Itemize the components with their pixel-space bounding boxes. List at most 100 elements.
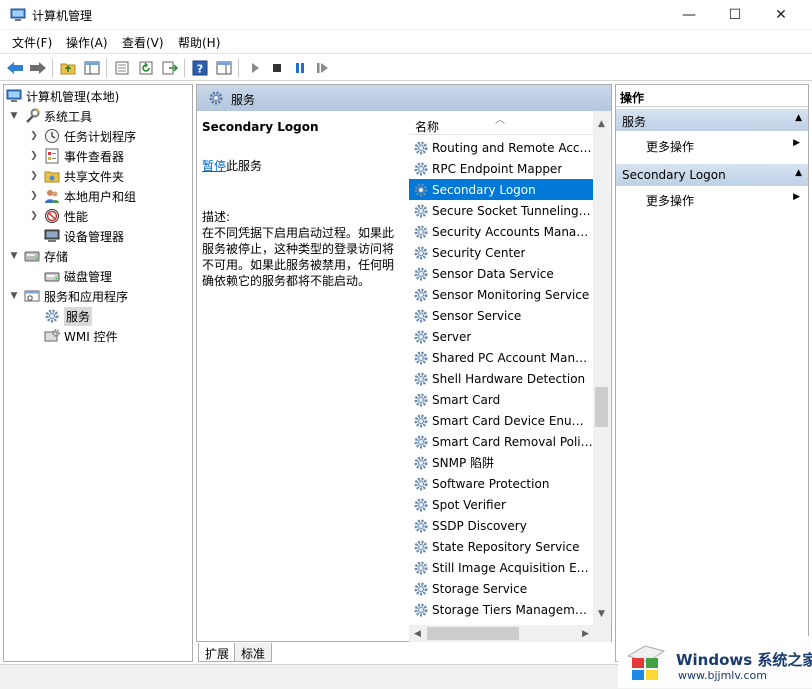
table-row[interactable]: Smart Card Device Enumeration Service xyxy=(409,410,593,431)
refresh-icon[interactable] xyxy=(136,58,156,78)
menu-view[interactable]: 查看(V) xyxy=(122,34,164,51)
table-row[interactable]: Secure Socket Tunneling Protocol Service xyxy=(409,200,593,221)
table-row[interactable]: Security Center xyxy=(409,242,593,263)
resume-service-icon[interactable] xyxy=(313,58,333,78)
tree-item-event-viewer[interactable]: ❯ 事件查看器 xyxy=(28,146,124,166)
show-action-pane-icon[interactable] xyxy=(214,58,234,78)
close-button[interactable]: ✕ xyxy=(758,0,804,30)
menu-file[interactable]: 文件(F) xyxy=(12,34,52,51)
service-gear-icon xyxy=(413,182,429,198)
table-row[interactable]: Shell Hardware Detection xyxy=(409,368,593,389)
pause-service-link[interactable]: 暂停 xyxy=(202,159,226,173)
pause-service-line: 暂停此服务 xyxy=(202,157,262,174)
table-row[interactable]: Spot Verifier xyxy=(409,494,593,515)
tree-item-root[interactable]: 计算机管理(本地) xyxy=(6,86,119,106)
menu-action[interactable]: 操作(A) xyxy=(66,34,108,51)
table-row[interactable]: Secondary Logon xyxy=(409,179,593,200)
chevron-right-icon[interactable]: ❯ xyxy=(28,131,40,141)
tree-item-performance[interactable]: ❯ 性能 xyxy=(28,206,88,226)
table-row[interactable]: Routing and Remote Access xyxy=(409,137,593,158)
start-service-icon[interactable] xyxy=(245,58,265,78)
maximize-button[interactable]: ☐ xyxy=(712,0,758,30)
chevron-right-icon[interactable]: ❯ xyxy=(28,211,40,221)
tree-item-services[interactable]: 服务 xyxy=(44,306,93,326)
vertical-scrollbar[interactable]: ▲ ▼ xyxy=(593,111,610,625)
tree-item-services-apps[interactable]: ▼ 服务和应用程序 xyxy=(8,286,128,306)
pause-service-icon[interactable] xyxy=(290,58,310,78)
chevron-right-icon[interactable]: ❯ xyxy=(28,151,40,161)
help-icon[interactable]: ? xyxy=(190,58,210,78)
tab-extended[interactable]: 扩展 xyxy=(198,643,237,662)
service-name: Security Center xyxy=(432,245,526,260)
action-more-services[interactable]: 更多操作 ▶ xyxy=(646,135,806,155)
chevron-right-icon[interactable]: ❯ xyxy=(28,191,40,201)
table-row[interactable]: Sensor Data Service xyxy=(409,263,593,284)
tree-item-wmi[interactable]: WMI 控件 xyxy=(44,326,118,346)
chevron-down-icon[interactable]: ▼ xyxy=(8,111,20,121)
show-hide-tree-icon[interactable] xyxy=(82,58,102,78)
tree-label: 共享文件夹 xyxy=(64,169,125,184)
disk-icon xyxy=(44,268,60,284)
scroll-left-icon[interactable]: ◀ xyxy=(409,625,426,642)
tree-item-device-manager[interactable]: 设备管理器 xyxy=(44,226,124,246)
service-gear-icon xyxy=(413,518,429,534)
watermark: Windows 系统之家 www.bjjmlv.com xyxy=(618,636,812,688)
table-row[interactable]: Server xyxy=(409,326,593,347)
service-name: Smart Card Removal Policy xyxy=(432,434,593,449)
table-row[interactable]: Shared PC Account Manager xyxy=(409,347,593,368)
action-item-label: 更多操作 xyxy=(646,140,695,154)
service-gear-icon xyxy=(413,140,429,156)
tab-standard[interactable]: 标准 xyxy=(234,643,273,662)
chevron-down-icon[interactable]: ▼ xyxy=(8,251,20,261)
chevron-down-icon[interactable]: ▼ xyxy=(8,291,20,301)
action-more-secondary-logon[interactable]: 更多操作 ▶ xyxy=(646,189,806,209)
scroll-right-icon[interactable]: ▶ xyxy=(577,625,594,642)
tree-item-system-tools[interactable]: ▼ 系统工具 xyxy=(8,106,92,126)
collapse-up-icon[interactable]: ▲ xyxy=(795,113,802,123)
table-row[interactable]: SSDP Discovery xyxy=(409,515,593,536)
table-row[interactable]: State Repository Service xyxy=(409,536,593,557)
action-group-secondary-logon[interactable]: Secondary Logon ▲ xyxy=(616,164,808,186)
scroll-thumb[interactable] xyxy=(427,627,519,640)
tree-item-storage[interactable]: ▼ 存储 xyxy=(8,246,68,266)
tree-item-disk-management[interactable]: 磁盘管理 xyxy=(44,266,112,286)
table-row[interactable]: Smart Card Removal Policy xyxy=(409,431,593,452)
menu-help[interactable]: 帮助(H) xyxy=(178,34,220,51)
service-name: Routing and Remote Access xyxy=(432,140,593,155)
action-group-services[interactable]: 服务 ▲ xyxy=(616,109,808,131)
table-row[interactable]: Sensor Service xyxy=(409,305,593,326)
tree-item-local-users[interactable]: ❯ 本地用户和组 xyxy=(28,186,136,206)
properties-icon[interactable] xyxy=(112,58,132,78)
export-list-icon[interactable] xyxy=(160,58,180,78)
tree-item-task-scheduler[interactable]: ❯ 任务计划程序 xyxy=(28,126,136,146)
collapse-up-icon[interactable]: ▲ xyxy=(795,168,802,178)
table-row[interactable]: Still Image Acquisition Events xyxy=(409,557,593,578)
services-gear-icon xyxy=(208,90,224,109)
chevron-right-icon[interactable]: ❯ xyxy=(28,171,40,181)
table-row[interactable]: SNMP 陷阱 xyxy=(409,452,593,473)
action-group-label: Secondary Logon xyxy=(622,168,726,182)
service-name: Smart Card Device Enumeration Service xyxy=(432,413,593,428)
minimize-button[interactable]: — xyxy=(666,0,712,30)
service-gear-icon xyxy=(413,539,429,555)
stop-service-icon[interactable] xyxy=(267,58,287,78)
table-row[interactable]: Software Protection xyxy=(409,473,593,494)
horizontal-scrollbar[interactable]: ◀ ▶ xyxy=(409,625,611,642)
back-arrow-icon[interactable] xyxy=(5,58,25,78)
tree-item-shared-folders[interactable]: ❯ 共享文件夹 xyxy=(28,166,124,186)
table-row[interactable]: Security Accounts Manager xyxy=(409,221,593,242)
forward-arrow-icon[interactable] xyxy=(28,58,48,78)
menu-bar: 文件(F) 操作(A) 查看(V) 帮助(H) xyxy=(0,30,812,52)
column-header-name[interactable]: ︿ 名称 xyxy=(409,111,593,135)
service-gear-icon xyxy=(413,581,429,597)
scroll-thumb[interactable] xyxy=(595,387,608,427)
scroll-down-icon[interactable]: ▼ xyxy=(593,605,610,622)
table-row[interactable]: Storage Tiers Management xyxy=(409,599,593,620)
table-row[interactable]: RPC Endpoint Mapper xyxy=(409,158,593,179)
selected-service-title: Secondary Logon xyxy=(202,120,319,134)
up-folder-icon[interactable] xyxy=(58,58,78,78)
table-row[interactable]: Sensor Monitoring Service xyxy=(409,284,593,305)
scroll-up-icon[interactable]: ▲ xyxy=(593,115,610,132)
table-row[interactable]: Storage Service xyxy=(409,578,593,599)
table-row[interactable]: Smart Card xyxy=(409,389,593,410)
